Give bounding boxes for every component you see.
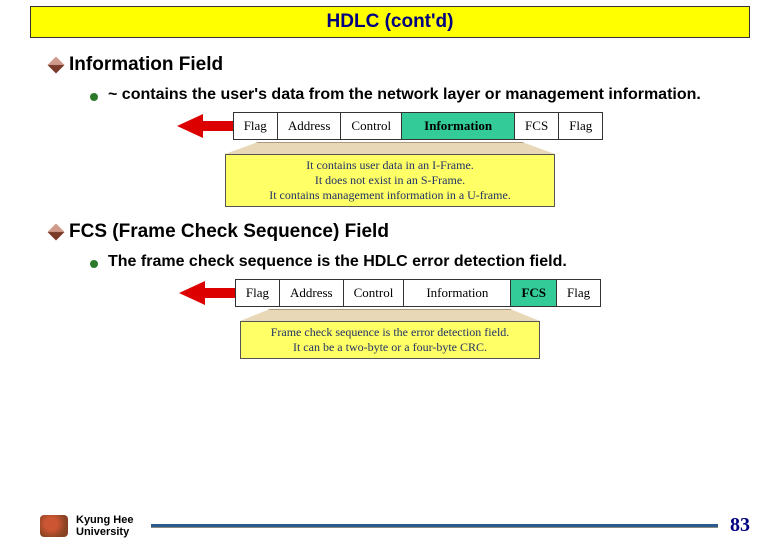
note-line: It contains user data in an I-Frame. <box>236 158 544 173</box>
frame-cell-fcs: FCS <box>511 280 557 306</box>
section-heading: FCS (Frame Check Sequence) Field <box>69 221 389 243</box>
section-heading-row: FCS (Frame Check Sequence) Field <box>50 221 730 243</box>
note-line: It does not exist in an S-Frame. <box>236 173 544 188</box>
slide-title: HDLC (cont'd) <box>327 11 454 32</box>
frame-cell-address: Address <box>280 280 344 306</box>
frame-cell-control: Control <box>341 113 402 139</box>
dot-bullet-icon <box>90 260 98 268</box>
frame-row: Flag Address Control Information FCS Fla… <box>177 112 604 140</box>
section-heading: Information Field <box>69 54 223 76</box>
slide-footer: Kyung Hee University 83 <box>0 514 780 538</box>
note-line: It can be a two-byte or a four-byte CRC. <box>251 340 529 355</box>
slide-title-bar: HDLC (cont'd) <box>30 6 750 38</box>
frame-cell-fcs: FCS <box>515 113 559 139</box>
diamond-bullet-icon <box>48 224 65 241</box>
frame-cell-control: Control <box>344 280 405 306</box>
frame-cell-flag-end: Flag <box>557 280 600 306</box>
frame-cell-address: Address <box>278 113 342 139</box>
arrow-left-icon <box>177 114 203 138</box>
university-name: Kyung Hee University <box>76 514 133 538</box>
arrow-stem <box>201 121 233 131</box>
university-line2: University <box>76 526 133 538</box>
frame-cell-information: Information <box>402 113 515 139</box>
footer-divider <box>151 524 718 527</box>
note-line: Frame check sequence is the error detect… <box>251 325 529 340</box>
arrow-stem <box>203 288 235 298</box>
arrow-left-icon <box>179 281 205 305</box>
note-line: It contains management information in a … <box>236 188 544 203</box>
frame-cell-flag: Flag <box>236 280 280 306</box>
note-box-information: It contains user data in an I-Frame. It … <box>225 154 555 207</box>
bullet-row: ~ contains the user's data from the netw… <box>90 86 730 104</box>
frame-cells: Flag Address Control Information FCS Fla… <box>233 112 604 140</box>
frame-cell-information: Information <box>404 280 511 306</box>
university-logo-icon <box>40 515 68 537</box>
bullet-text: The frame check sequence is the HDLC err… <box>108 253 730 271</box>
frame-cell-flag-end: Flag <box>559 113 602 139</box>
university-line1: Kyung Hee <box>76 514 133 526</box>
bullet-row: The frame check sequence is the HDLC err… <box>90 253 730 271</box>
note-box-fcs: Frame check sequence is the error detect… <box>240 321 540 359</box>
page-number: 83 <box>730 514 750 537</box>
frame-cells: Flag Address Control Information FCS Fla… <box>235 279 601 307</box>
frame-cell-flag: Flag <box>234 113 278 139</box>
frame-diagram-information: Flag Address Control Information FCS Fla… <box>50 112 730 207</box>
projection-shape <box>240 309 540 321</box>
slide-content: Information Field ~ contains the user's … <box>0 38 780 359</box>
bullet-text: ~ contains the user's data from the netw… <box>108 86 730 104</box>
diamond-bullet-icon <box>48 57 65 74</box>
section-heading-row: Information Field <box>50 54 730 76</box>
frame-diagram-fcs: Flag Address Control Information FCS Fla… <box>50 279 730 359</box>
dot-bullet-icon <box>90 93 98 101</box>
projection-shape <box>225 142 555 154</box>
frame-row: Flag Address Control Information FCS Fla… <box>179 279 601 307</box>
